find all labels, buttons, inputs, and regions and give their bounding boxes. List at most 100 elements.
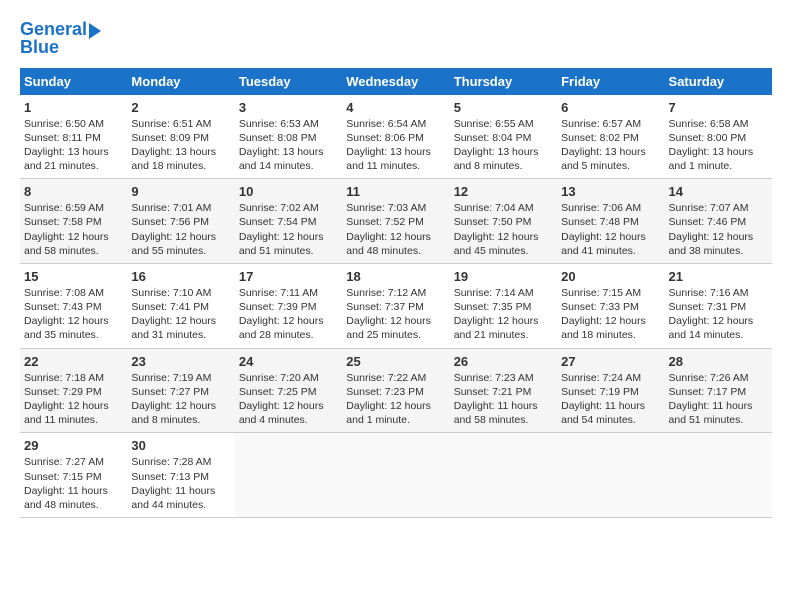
calendar-cell: 22 Sunrise: 7:18 AM Sunset: 7:29 PM Dayli…	[20, 348, 127, 433]
day-number: 16	[131, 269, 230, 284]
day-number: 25	[346, 354, 445, 369]
calendar-cell: 30 Sunrise: 7:28 AM Sunset: 7:13 PM Dayli…	[127, 433, 234, 518]
day-info: Sunrise: 7:02 AM Sunset: 7:54 PM Dayligh…	[239, 201, 338, 258]
day-info: Sunrise: 7:12 AM Sunset: 7:37 PM Dayligh…	[346, 286, 445, 343]
day-number: 5	[454, 100, 553, 115]
weekday-header: Tuesday	[235, 68, 342, 95]
day-number: 14	[669, 184, 768, 199]
day-info: Sunrise: 7:26 AM Sunset: 7:17 PM Dayligh…	[669, 371, 768, 428]
calendar-cell: 12 Sunrise: 7:04 AM Sunset: 7:50 PM Dayli…	[450, 179, 557, 264]
day-number: 10	[239, 184, 338, 199]
weekday-header: Friday	[557, 68, 664, 95]
weekday-header-row: SundayMondayTuesdayWednesdayThursdayFrid…	[20, 68, 772, 95]
calendar-week-row: 29 Sunrise: 7:27 AM Sunset: 7:15 PM Dayli…	[20, 433, 772, 518]
page-header: General Blue	[20, 20, 772, 58]
day-info: Sunrise: 7:14 AM Sunset: 7:35 PM Dayligh…	[454, 286, 553, 343]
day-number: 2	[131, 100, 230, 115]
day-number: 27	[561, 354, 660, 369]
calendar-cell: 26 Sunrise: 7:23 AM Sunset: 7:21 PM Dayli…	[450, 348, 557, 433]
logo-blue-text: Blue	[20, 38, 59, 58]
calendar-cell: 20 Sunrise: 7:15 AM Sunset: 7:33 PM Dayli…	[557, 263, 664, 348]
day-number: 23	[131, 354, 230, 369]
day-number: 3	[239, 100, 338, 115]
day-number: 21	[669, 269, 768, 284]
calendar-cell: 8 Sunrise: 6:59 AM Sunset: 7:58 PM Daylig…	[20, 179, 127, 264]
weekday-header: Thursday	[450, 68, 557, 95]
day-number: 6	[561, 100, 660, 115]
day-info: Sunrise: 6:59 AM Sunset: 7:58 PM Dayligh…	[24, 201, 123, 258]
day-info: Sunrise: 7:24 AM Sunset: 7:19 PM Dayligh…	[561, 371, 660, 428]
day-info: Sunrise: 7:11 AM Sunset: 7:39 PM Dayligh…	[239, 286, 338, 343]
day-info: Sunrise: 7:15 AM Sunset: 7:33 PM Dayligh…	[561, 286, 660, 343]
day-number: 9	[131, 184, 230, 199]
day-number: 29	[24, 438, 123, 453]
day-info: Sunrise: 7:27 AM Sunset: 7:15 PM Dayligh…	[24, 455, 123, 512]
day-number: 20	[561, 269, 660, 284]
weekday-header: Saturday	[665, 68, 772, 95]
day-number: 13	[561, 184, 660, 199]
day-number: 26	[454, 354, 553, 369]
day-info: Sunrise: 7:10 AM Sunset: 7:41 PM Dayligh…	[131, 286, 230, 343]
day-info: Sunrise: 7:01 AM Sunset: 7:56 PM Dayligh…	[131, 201, 230, 258]
day-number: 11	[346, 184, 445, 199]
calendar-cell	[450, 433, 557, 518]
day-number: 22	[24, 354, 123, 369]
day-info: Sunrise: 6:53 AM Sunset: 8:08 PM Dayligh…	[239, 117, 338, 174]
calendar-week-row: 15Sunrise: 7:08 AM Sunset: 7:43 PM Dayli…	[20, 263, 772, 348]
calendar-cell	[342, 433, 449, 518]
day-info: Sunrise: 7:23 AM Sunset: 7:21 PM Dayligh…	[454, 371, 553, 428]
day-info: Sunrise: 7:18 AM Sunset: 7:29 PM Dayligh…	[24, 371, 123, 428]
calendar-cell: 29 Sunrise: 7:27 AM Sunset: 7:15 PM Dayli…	[20, 433, 127, 518]
day-number: 4	[346, 100, 445, 115]
calendar-cell: 2 Sunrise: 6:51 AM Sunset: 8:09 PM Daylig…	[127, 95, 234, 179]
day-number: 17	[239, 269, 338, 284]
calendar-cell: 4Sunrise: 6:54 AM Sunset: 8:06 PM Daylig…	[342, 95, 449, 179]
day-number: 28	[669, 354, 768, 369]
calendar-cell: 7Sunrise: 6:58 AM Sunset: 8:00 PM Daylig…	[665, 95, 772, 179]
day-info: Sunrise: 7:03 AM Sunset: 7:52 PM Dayligh…	[346, 201, 445, 258]
day-info: Sunrise: 7:04 AM Sunset: 7:50 PM Dayligh…	[454, 201, 553, 258]
calendar-cell: 27 Sunrise: 7:24 AM Sunset: 7:19 PM Dayli…	[557, 348, 664, 433]
calendar-week-row: 1Sunrise: 6:50 AM Sunset: 8:11 PM Daylig…	[20, 95, 772, 179]
calendar-cell: 14 Sunrise: 7:07 AM Sunset: 7:46 PM Dayli…	[665, 179, 772, 264]
calendar-cell: 6 Sunrise: 6:57 AM Sunset: 8:02 PM Daylig…	[557, 95, 664, 179]
day-info: Sunrise: 7:06 AM Sunset: 7:48 PM Dayligh…	[561, 201, 660, 258]
calendar-cell	[235, 433, 342, 518]
day-number: 12	[454, 184, 553, 199]
day-info: Sunrise: 7:16 AM Sunset: 7:31 PM Dayligh…	[669, 286, 768, 343]
calendar-cell: 17 Sunrise: 7:11 AM Sunset: 7:39 PM Dayli…	[235, 263, 342, 348]
day-number: 18	[346, 269, 445, 284]
day-number: 15	[24, 269, 123, 284]
calendar-week-row: 22 Sunrise: 7:18 AM Sunset: 7:29 PM Dayli…	[20, 348, 772, 433]
day-info: Sunrise: 6:50 AM Sunset: 8:11 PM Dayligh…	[24, 117, 123, 174]
day-number: 30	[131, 438, 230, 453]
calendar-cell: 13 Sunrise: 7:06 AM Sunset: 7:48 PM Dayli…	[557, 179, 664, 264]
day-info: Sunrise: 6:58 AM Sunset: 8:00 PM Dayligh…	[669, 117, 768, 174]
calendar-cell	[557, 433, 664, 518]
logo: General Blue	[20, 20, 101, 58]
day-info: Sunrise: 6:57 AM Sunset: 8:02 PM Dayligh…	[561, 117, 660, 174]
day-number: 24	[239, 354, 338, 369]
calendar-cell: 19 Sunrise: 7:14 AM Sunset: 7:35 PM Dayli…	[450, 263, 557, 348]
calendar-cell: 18 Sunrise: 7:12 AM Sunset: 7:37 PM Dayli…	[342, 263, 449, 348]
weekday-header: Sunday	[20, 68, 127, 95]
weekday-header: Wednesday	[342, 68, 449, 95]
calendar-cell: 5 Sunrise: 6:55 AM Sunset: 8:04 PM Daylig…	[450, 95, 557, 179]
day-info: Sunrise: 7:22 AM Sunset: 7:23 PM Dayligh…	[346, 371, 445, 428]
calendar-cell: 9 Sunrise: 7:01 AM Sunset: 7:56 PM Daylig…	[127, 179, 234, 264]
calendar-cell: 16 Sunrise: 7:10 AM Sunset: 7:41 PM Dayli…	[127, 263, 234, 348]
logo-arrow-icon	[89, 23, 101, 39]
day-info: Sunrise: 7:07 AM Sunset: 7:46 PM Dayligh…	[669, 201, 768, 258]
day-info: Sunrise: 7:28 AM Sunset: 7:13 PM Dayligh…	[131, 455, 230, 512]
calendar-cell: 3 Sunrise: 6:53 AM Sunset: 8:08 PM Daylig…	[235, 95, 342, 179]
day-info: Sunrise: 6:51 AM Sunset: 8:09 PM Dayligh…	[131, 117, 230, 174]
calendar-cell: 25 Sunrise: 7:22 AM Sunset: 7:23 PM Dayli…	[342, 348, 449, 433]
calendar-cell: 23Sunrise: 7:19 AM Sunset: 7:27 PM Dayli…	[127, 348, 234, 433]
day-number: 8	[24, 184, 123, 199]
calendar-cell	[665, 433, 772, 518]
day-number: 19	[454, 269, 553, 284]
calendar-cell: 24Sunrise: 7:20 AM Sunset: 7:25 PM Dayli…	[235, 348, 342, 433]
calendar-cell: 15Sunrise: 7:08 AM Sunset: 7:43 PM Dayli…	[20, 263, 127, 348]
calendar-cell: 1Sunrise: 6:50 AM Sunset: 8:11 PM Daylig…	[20, 95, 127, 179]
day-info: Sunrise: 6:55 AM Sunset: 8:04 PM Dayligh…	[454, 117, 553, 174]
